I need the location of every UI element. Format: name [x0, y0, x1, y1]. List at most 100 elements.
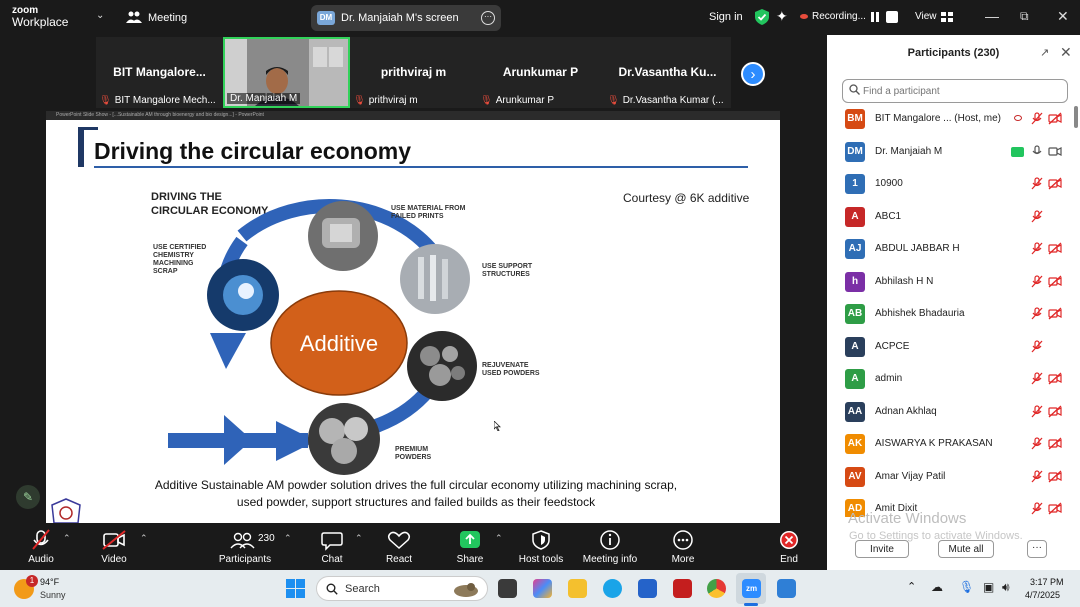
- video-off-icon[interactable]: [1048, 177, 1062, 190]
- video-off-icon[interactable]: [1048, 372, 1062, 385]
- video-options-caret-icon[interactable]: ⌃: [140, 533, 148, 544]
- weather-temperature[interactable]: 94°F: [40, 577, 59, 587]
- view-menu-button[interactable]: View: [915, 11, 937, 22]
- mic-muted-icon[interactable]: [1030, 209, 1044, 223]
- mic-muted-icon[interactable]: [1030, 274, 1044, 288]
- video-off-icon[interactable]: [1048, 112, 1062, 125]
- mic-muted-icon[interactable]: [1030, 469, 1044, 483]
- participant-row[interactable]: AA Adnan Akhlaq: [827, 398, 1073, 430]
- video-off-icon[interactable]: [1048, 502, 1062, 515]
- end-meeting-button[interactable]: End: [772, 523, 806, 570]
- restore-window-icon[interactable]: ⧉: [1020, 9, 1029, 24]
- meeting-info-button[interactable]: Meeting info: [580, 523, 640, 570]
- clock-date[interactable]: 4/7/2025: [1025, 590, 1060, 600]
- pause-recording-button[interactable]: [869, 11, 881, 23]
- participant-row[interactable]: DM Dr. Manjaiah M: [827, 138, 1073, 170]
- encryption-shield-icon[interactable]: [755, 9, 769, 25]
- microsoft-store-icon[interactable]: [638, 579, 657, 598]
- app-menu-chevron-icon[interactable]: ⌄: [96, 10, 104, 21]
- participant-row[interactable]: AK AISWARYA K PRAKASAN: [827, 430, 1073, 462]
- participants-more-button[interactable]: ···: [1027, 540, 1047, 558]
- mic-on-icon[interactable]: [1030, 144, 1044, 158]
- onedrive-sync-icon[interactable]: ☁: [931, 580, 943, 594]
- participant-search-input[interactable]: [842, 79, 1068, 103]
- video-off-icon[interactable]: [1048, 275, 1062, 288]
- participant-row[interactable]: AB Abhishek Bhadauria: [827, 300, 1073, 332]
- clock-time[interactable]: 3:17 PM: [1030, 577, 1064, 587]
- more-button[interactable]: More: [664, 523, 702, 570]
- video-button[interactable]: Video: [94, 523, 134, 570]
- stop-recording-button[interactable]: [886, 11, 898, 23]
- video-tile[interactable]: BIT Mangalore... 🎙︎ BIT Mangalore Mech...: [96, 37, 223, 108]
- meeting-people-icon[interactable]: [126, 10, 142, 24]
- chrome-browser-icon[interactable]: [707, 579, 726, 598]
- host-tools-button[interactable]: Host tools: [516, 523, 566, 570]
- close-panel-icon[interactable]: ✕: [1060, 44, 1072, 61]
- participant-row[interactable]: h Abhilash H N: [827, 268, 1073, 300]
- participant-row[interactable]: 1 10900: [827, 170, 1073, 202]
- file-explorer-icon[interactable]: [568, 579, 587, 598]
- screen-share-indicator[interactable]: DM Dr. Manjaiah M's screen ···: [311, 5, 501, 31]
- zoom-app-icon[interactable]: zm: [742, 579, 761, 598]
- pdf-reader-icon[interactable]: [673, 579, 692, 598]
- sign-in-link[interactable]: Sign in: [709, 11, 743, 23]
- audio-options-caret-icon[interactable]: ⌃: [63, 533, 71, 544]
- invite-button[interactable]: Invite: [855, 540, 909, 558]
- mic-muted-icon[interactable]: [1030, 372, 1044, 385]
- ai-companion-icon[interactable]: ✦: [776, 8, 788, 25]
- mic-muted-icon[interactable]: [1030, 242, 1044, 255]
- participant-row[interactable]: A ACPCE: [827, 333, 1073, 365]
- video-off-icon[interactable]: [1048, 307, 1062, 320]
- show-hidden-icons-chevron-icon[interactable]: ⌃: [907, 580, 916, 593]
- video-tile-active-speaker[interactable]: Dr. Manjaiah M: [223, 37, 350, 108]
- edge-browser-icon[interactable]: [603, 579, 622, 598]
- paint-app-icon[interactable]: [777, 579, 796, 598]
- chat-button[interactable]: Chat: [315, 523, 349, 570]
- react-button[interactable]: React: [382, 523, 416, 570]
- participant-row[interactable]: AV Amar Vijay Patil: [827, 463, 1073, 495]
- gallery-grid-icon[interactable]: [941, 12, 953, 22]
- task-view-icon[interactable]: [498, 579, 517, 598]
- video-tile[interactable]: prithviraj m 🎙︎ prithviraj m: [350, 37, 477, 108]
- participants-button[interactable]: Participants: [216, 523, 274, 570]
- windows-start-icon[interactable]: [286, 579, 305, 598]
- share-button[interactable]: Share: [452, 523, 488, 570]
- annotate-pen-icon[interactable]: ✎: [16, 485, 40, 509]
- mic-muted-icon[interactable]: [1030, 437, 1044, 450]
- copilot-icon[interactable]: [533, 579, 552, 598]
- video-off-icon[interactable]: [1048, 242, 1062, 255]
- participants-options-caret-icon[interactable]: ⌃: [284, 533, 292, 544]
- strip-next-page-button[interactable]: ›: [741, 62, 765, 86]
- audio-button[interactable]: Audio: [20, 523, 62, 570]
- share-options-caret-icon[interactable]: ⌃: [495, 533, 503, 544]
- close-window-icon[interactable]: ✕: [1057, 8, 1069, 25]
- participant-row[interactable]: A ABC1: [827, 203, 1073, 235]
- mic-muted-icon[interactable]: [1030, 177, 1044, 190]
- mic-muted-icon[interactable]: [1030, 307, 1044, 320]
- video-on-icon[interactable]: [1048, 145, 1062, 158]
- participant-row[interactable]: AJ ABDUL JABBAR H: [827, 235, 1073, 267]
- mic-muted-icon[interactable]: [1030, 502, 1044, 515]
- participant-row[interactable]: BM BIT Mangalore ... (Host, me): [827, 105, 1073, 137]
- volume-icon[interactable]: 🔊︎: [1002, 580, 1010, 595]
- mute-all-button[interactable]: Mute all: [938, 540, 994, 558]
- participants-scrollbar[interactable]: [1074, 106, 1078, 128]
- video-off-icon[interactable]: [1048, 470, 1062, 483]
- video-off-icon[interactable]: [1048, 437, 1062, 450]
- mic-muted-icon[interactable]: [1030, 339, 1044, 353]
- video-off-icon[interactable]: [1048, 405, 1062, 418]
- chat-options-caret-icon[interactable]: ⌃: [355, 533, 363, 544]
- microphone-tray-icon[interactable]: 🎙︎: [959, 580, 974, 594]
- participant-row[interactable]: Aadmin: [827, 365, 1073, 397]
- meeting-label[interactable]: Meeting: [148, 12, 187, 24]
- video-tile[interactable]: Dr.Vasantha Ku... 🎙︎ Dr.Vasantha Kumar (.…: [604, 37, 731, 108]
- mic-muted-icon[interactable]: [1030, 404, 1044, 418]
- taskbar-search-box[interactable]: Search: [316, 576, 488, 601]
- video-tile[interactable]: Arunkumar P 🎙︎ Arunkumar P: [477, 37, 604, 108]
- popout-panel-icon[interactable]: ↗: [1040, 46, 1049, 59]
- mic-muted-icon[interactable]: [1030, 112, 1044, 125]
- weather-condition[interactable]: Sunny: [40, 590, 66, 600]
- network-icon[interactable]: ▣: [983, 580, 994, 594]
- minimize-window-icon[interactable]: —: [985, 8, 999, 24]
- shared-screen-content[interactable]: PowerPoint Slide Show - [...Sustainable …: [46, 111, 780, 523]
